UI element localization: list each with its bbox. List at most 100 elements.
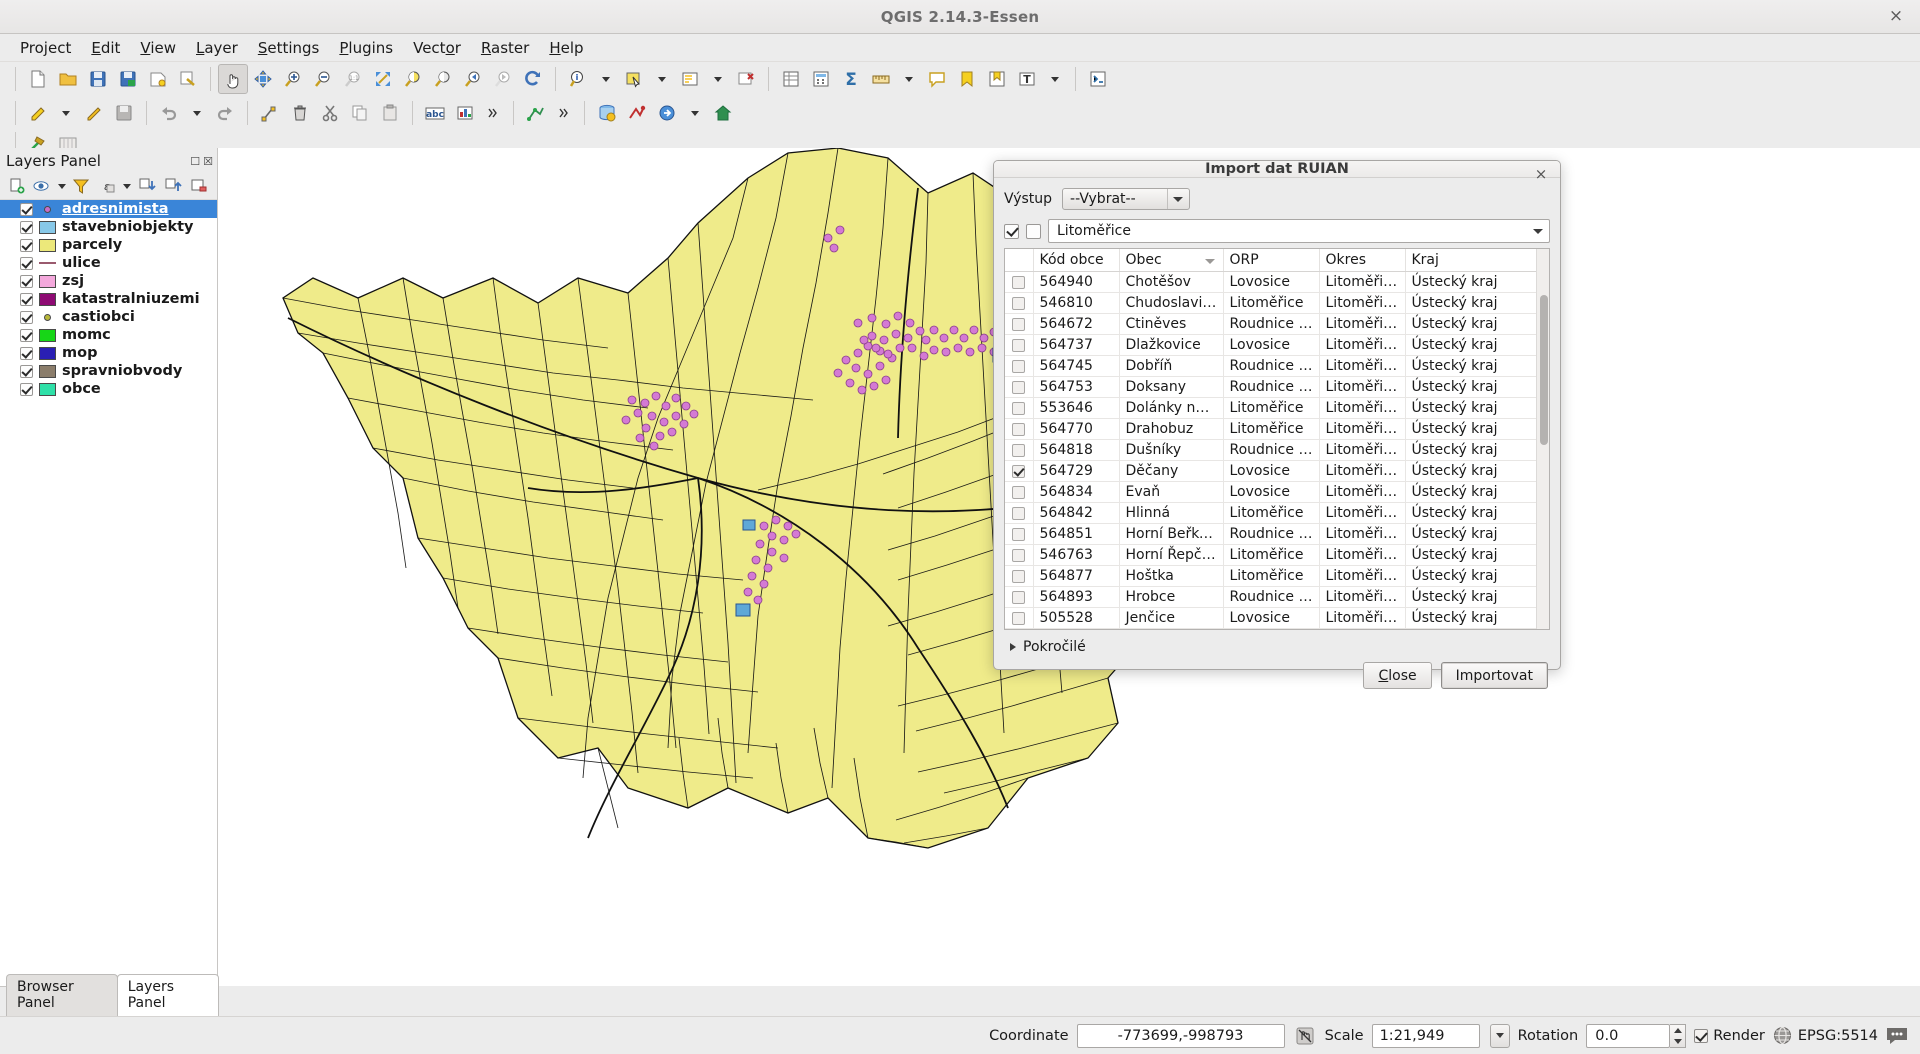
window-close-button[interactable]: × <box>1886 7 1906 27</box>
open-attribute-table-icon[interactable] <box>776 64 806 94</box>
row-select-cell[interactable] <box>1005 439 1034 461</box>
row-select-cell[interactable] <box>1005 397 1034 419</box>
zoom-next-icon[interactable] <box>488 64 518 94</box>
redo-icon[interactable] <box>210 98 240 128</box>
show-bookmarks-icon[interactable] <box>982 64 1012 94</box>
column-header-kraj[interactable]: Kraj <box>1405 249 1549 272</box>
layer-visibility-checkbox[interactable] <box>20 274 33 288</box>
table-row[interactable]: 564851Horní Beřko...Roudnice na...Litomě… <box>1005 523 1549 545</box>
zoom-native-icon[interactable]: 1:1 <box>338 64 368 94</box>
table-row[interactable]: 564672CtiněvesRoudnice na...LitoměřiceÚs… <box>1005 313 1549 335</box>
annotation-dropdown-icon[interactable] <box>1042 64 1068 94</box>
menu-raster[interactable]: Raster <box>471 36 539 60</box>
crs-status-button[interactable]: EPSG:5514 <box>1773 1026 1878 1045</box>
python-console-icon[interactable] <box>1083 64 1113 94</box>
current-edits-icon[interactable] <box>23 98 53 128</box>
row-select-cell[interactable] <box>1005 565 1034 587</box>
undo-dropdown-icon[interactable] <box>184 98 210 128</box>
row-checkbox[interactable] <box>1012 569 1026 583</box>
chevron-down-icon[interactable] <box>1527 220 1549 242</box>
row-select-cell[interactable] <box>1005 355 1034 377</box>
row-checkbox[interactable] <box>1012 338 1026 352</box>
table-row[interactable]: 546810 Chudoslavice Litoměřice Litoměřice Ús… <box>1005 292 1549 314</box>
home-icon[interactable] <box>708 98 738 128</box>
current-edits-dropdown-icon[interactable] <box>53 98 79 128</box>
layer-visibility-checkbox[interactable] <box>20 382 33 396</box>
row-checkbox[interactable] <box>1012 317 1026 331</box>
diagram-icon[interactable] <box>450 98 480 128</box>
table-row[interactable]: 564877 Hoštka Litoměřice Litoměřice Ústecký … <box>1005 565 1549 587</box>
delete-selected-icon[interactable] <box>285 98 315 128</box>
undo-icon[interactable] <box>154 98 184 128</box>
menu-help[interactable]: Help <box>539 36 593 60</box>
statistical-summary-icon[interactable]: Σ <box>836 64 866 94</box>
filter-legend-expression-icon[interactable]: ε <box>94 174 120 198</box>
layer-row-katastralniuzemi[interactable]: katastralniuzemi <box>0 290 217 308</box>
row-select-cell[interactable] <box>1005 334 1034 356</box>
search-combo[interactable]: Litoměřice <box>1048 219 1550 243</box>
new-print-composer-icon[interactable] <box>143 64 173 94</box>
row-select-cell[interactable] <box>1005 586 1034 608</box>
layer-visibility-checkbox[interactable] <box>20 328 33 342</box>
refresh-icon[interactable] <box>518 64 548 94</box>
text-annotation-icon[interactable]: T <box>1012 64 1042 94</box>
layer-visibility-checkbox[interactable] <box>20 202 33 216</box>
municipality-table-wrapper[interactable]: Kód obce Obec ORP Okres Kraj 564940 Chotě… <box>1004 248 1550 630</box>
save-project-as-icon[interactable] <box>113 64 143 94</box>
row-select-cell[interactable] <box>1005 313 1034 335</box>
ruian-import-icon[interactable] <box>622 98 652 128</box>
render-checkbox[interactable]: Render <box>1694 1028 1765 1044</box>
dialog-close-icon[interactable]: × <box>1532 166 1550 184</box>
zoom-to-selection-icon[interactable] <box>398 64 428 94</box>
table-row[interactable]: 564745DobříňRoudnice na...LitoměřiceÚste… <box>1005 355 1549 377</box>
layer-visibility-checkbox[interactable] <box>20 310 33 324</box>
measure-dropdown-icon[interactable] <box>896 64 922 94</box>
scale-combo[interactable]: 1:21,949 <box>1371 1023 1480 1048</box>
spinner-up-icon[interactable] <box>1670 1025 1685 1036</box>
rotation-spinner[interactable] <box>1670 1023 1687 1048</box>
scale-dropdown-icon[interactable] <box>1489 1023 1510 1048</box>
row-select-cell[interactable] <box>1005 607 1034 629</box>
panel-float-button[interactable]: ☐ <box>190 155 200 168</box>
row-checkbox[interactable] <box>1012 401 1026 415</box>
layer-visibility-checkbox[interactable] <box>20 346 33 360</box>
toggle-extents-icon[interactable] <box>1293 1024 1317 1048</box>
menu-layer[interactable]: Layer <box>186 36 248 60</box>
remove-layer-icon[interactable] <box>186 174 212 198</box>
search-input[interactable]: Litoměřice <box>1057 223 1527 239</box>
row-checkbox[interactable] <box>1012 380 1026 394</box>
tab-layers-panel[interactable]: Layers Panel <box>116 974 219 1016</box>
open-field-calculator-icon[interactable] <box>806 64 836 94</box>
map-tips-icon[interactable] <box>922 64 952 94</box>
layer-row-ulice[interactable]: ulice <box>0 254 217 272</box>
zoom-in-icon[interactable] <box>278 64 308 94</box>
row-checkbox[interactable] <box>1012 590 1026 604</box>
column-header-kod-obce[interactable]: Kód obce <box>1033 249 1120 272</box>
zoom-full-icon[interactable] <box>368 64 398 94</box>
layer-row-mop[interactable]: mop <box>0 344 217 362</box>
label-icon[interactable]: abc <box>420 98 450 128</box>
table-row[interactable]: 564834 Evaň Lovosice Litoměřice Ústecký kraj <box>1005 481 1549 503</box>
table-row[interactable]: 564729 Děčany Lovosice Litoměřice Ústecký kr… <box>1005 460 1549 482</box>
chevron-down-icon[interactable] <box>120 174 134 198</box>
menu-plugins[interactable]: Plugins <box>329 36 403 60</box>
chevron-down-icon[interactable] <box>56 174 68 198</box>
table-row[interactable]: 564737 Dlažkovice Lovosice Litoměřice Ústeck… <box>1005 334 1549 356</box>
row-select-cell[interactable] <box>1005 460 1034 482</box>
row-select-cell[interactable] <box>1005 376 1034 398</box>
tab-browser-panel[interactable]: Browser Panel <box>6 974 118 1016</box>
layer-row-castiobci[interactable]: castiobci <box>0 308 217 326</box>
row-select-cell[interactable] <box>1005 418 1034 440</box>
table-row[interactable]: 564818DušníkyRoudnice na...LitoměřiceÚst… <box>1005 439 1549 461</box>
layer-row-obce[interactable]: obce <box>0 380 217 398</box>
row-checkbox[interactable] <box>1012 296 1026 310</box>
layer-visibility-checkbox[interactable] <box>20 292 33 306</box>
open-project-icon[interactable] <box>53 64 83 94</box>
column-header-obec[interactable]: Obec <box>1119 249 1224 272</box>
close-button[interactable]: Close <box>1363 662 1432 689</box>
manage-layer-visibility-icon[interactable] <box>30 174 56 198</box>
select-dropdown-icon[interactable] <box>649 64 675 94</box>
offline-editing-dropdown-icon[interactable] <box>682 98 708 128</box>
coordinate-field[interactable]: -773699,-998793 <box>1076 1023 1285 1048</box>
composer-manager-icon[interactable] <box>173 64 203 94</box>
